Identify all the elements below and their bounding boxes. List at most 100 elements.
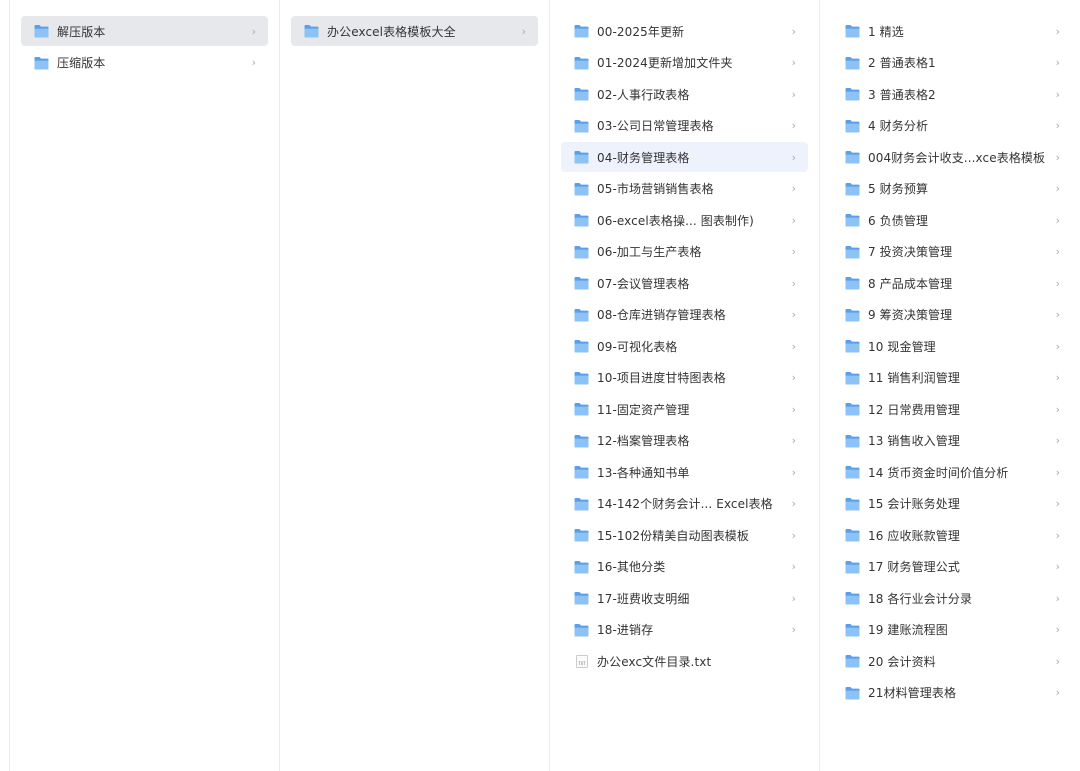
folder-icon — [574, 150, 589, 164]
chevron-right-icon: › — [791, 591, 796, 605]
folder-item[interactable]: 20 会计资料 › — [832, 646, 1072, 676]
folder-item[interactable]: 06-加工与生产表格 › — [561, 237, 808, 267]
folder-item[interactable]: 00-2025年更新 › — [561, 16, 808, 46]
folder-icon — [845, 434, 860, 448]
chevron-right-icon: › — [791, 182, 796, 195]
item-label: 办公excel表格模板大全 — [327, 24, 456, 39]
folder-icon — [845, 560, 860, 574]
folder-item[interactable]: 05-市场营销销售表格 › — [561, 174, 808, 204]
folder-icon — [845, 150, 860, 164]
column-3: 00-2025年更新 › 01-2024更新增加文件夹 › 02-人事行政表格 › 03-公… — [549, 0, 819, 771]
folder-item[interactable]: 06-excel表格操... 图表制作) › — [561, 205, 808, 235]
txt-file-icon: TXT — [576, 654, 588, 668]
folder-icon — [845, 339, 860, 353]
file-item[interactable]: TXT 办公exc文件目录.txt — [561, 646, 808, 676]
folder-item[interactable]: 01-2024更新增加文件夹 › — [561, 48, 808, 78]
folder-item[interactable]: 解压版本 › — [21, 16, 268, 46]
folder-item[interactable]: 17 财务管理公式 › — [832, 552, 1072, 582]
item-label: 00-2025年更新 — [597, 24, 685, 39]
item-label: 09-可视化表格 — [597, 339, 678, 354]
folder-item[interactable]: 08-仓库进销存管理表格 › — [561, 300, 808, 330]
folder-item[interactable]: 18 各行业会计分录 › — [832, 583, 1072, 613]
folder-item[interactable]: 15-102份精美自动图表模板 › — [561, 520, 808, 550]
folder-item[interactable]: 15 会计账务处理 › — [832, 489, 1072, 519]
chevron-right-icon: › — [1055, 150, 1060, 164]
item-label: 21材料管理表格 — [868, 686, 957, 700]
folder-icon — [845, 308, 860, 322]
folder-item[interactable]: 03-公司日常管理表格 › — [561, 111, 808, 141]
folder-icon — [574, 497, 589, 511]
folder-item[interactable]: 6 负债管理 › — [832, 205, 1072, 235]
folder-item[interactable]: 07-会议管理表格 › — [561, 268, 808, 298]
folder-item[interactable]: 7 投资决策管理 › — [832, 237, 1072, 267]
folder-item[interactable]: 12-档案管理表格 › — [561, 426, 808, 456]
folder-item[interactable]: 1 精选 › — [832, 16, 1072, 46]
folder-item[interactable]: 10 现金管理 › — [832, 331, 1072, 361]
folder-item[interactable]: 14 货币资金时间价值分析 › — [832, 457, 1072, 487]
folder-item[interactable]: 3 普通表格2 › — [832, 79, 1072, 109]
chevron-right-icon: › — [791, 623, 796, 636]
folder-icon — [574, 24, 589, 38]
item-label: 06-加工与生产表格 — [597, 245, 702, 259]
folder-item[interactable]: 19 建账流程图 › — [832, 615, 1072, 645]
folder-item[interactable]: 04-财务管理表格 › — [561, 142, 808, 172]
item-label: 06-excel表格操... 图表制作) — [597, 213, 754, 228]
item-label: 02-人事行政表格 — [597, 87, 690, 102]
folder-item[interactable]: 13-各种通知书单 › — [561, 457, 808, 487]
chevron-right-icon: › — [791, 434, 796, 447]
folder-item[interactable]: 16 应收账款管理 › — [832, 520, 1072, 550]
folder-item[interactable]: 5 财务预算 › — [832, 174, 1072, 204]
file-browser: 解压版本 › 压缩版本 › 办公excel表格模板大全 › 00-2025年更新 › 01-… — [0, 0, 1080, 771]
chevron-right-icon: › — [791, 245, 796, 258]
item-label: 8 产品成本管理 — [868, 276, 953, 291]
folder-item[interactable]: 21材料管理表格 › — [832, 678, 1072, 708]
folder-item[interactable]: 10-项目进度甘特图表格 › — [561, 363, 808, 393]
folder-icon — [845, 24, 860, 38]
item-label: 12-档案管理表格 — [597, 434, 690, 448]
chevron-right-icon: › — [1055, 497, 1060, 510]
chevron-right-icon: › — [1055, 308, 1060, 321]
chevron-right-icon: › — [791, 560, 796, 573]
folder-item[interactable]: 09-可视化表格 › — [561, 331, 808, 361]
folder-icon — [574, 465, 589, 479]
item-label: 14-142个财务会计... Excel表格 — [597, 497, 773, 511]
folder-item[interactable]: 9 筹资决策管理 › — [832, 300, 1072, 330]
item-label: 解压版本 — [57, 24, 106, 39]
chevron-right-icon: › — [251, 56, 256, 69]
item-label: 18-进销存 — [597, 623, 654, 637]
chevron-right-icon: › — [1055, 686, 1060, 699]
folder-item[interactable]: 17-班费收支明细 › — [561, 583, 808, 613]
folder-item[interactable]: 压缩版本 › — [21, 48, 268, 78]
chevron-right-icon: › — [1055, 276, 1060, 290]
folder-icon — [845, 119, 860, 133]
folder-item[interactable]: 004财务会计收支...xce表格模板 › — [832, 142, 1072, 172]
folder-icon — [845, 465, 860, 479]
item-label: 004财务会计收支...xce表格模板 — [868, 150, 1046, 165]
folder-item[interactable]: 4 财务分析 › — [832, 111, 1072, 141]
folder-item[interactable]: 18-进销存 › — [561, 615, 808, 645]
folder-item[interactable]: 13 销售收入管理 › — [832, 426, 1072, 456]
folder-icon — [574, 591, 589, 605]
item-label: 04-财务管理表格 — [597, 150, 690, 165]
folder-item[interactable]: 16-其他分类 › — [561, 552, 808, 582]
folder-item[interactable]: 8 产品成本管理 › — [832, 268, 1072, 298]
chevron-right-icon: › — [1055, 528, 1060, 542]
item-label: 9 筹资决策管理 — [868, 308, 953, 322]
item-label: 17 财务管理公式 — [868, 560, 960, 574]
folder-icon — [574, 276, 589, 290]
folder-icon — [34, 24, 49, 38]
folder-icon — [845, 497, 860, 511]
item-label: 10 现金管理 — [868, 339, 936, 354]
folder-item[interactable]: 02-人事行政表格 › — [561, 79, 808, 109]
folder-item[interactable]: 11-固定资产管理 › — [561, 394, 808, 424]
folder-item[interactable]: 2 普通表格1 › — [832, 48, 1072, 78]
chevron-right-icon: › — [791, 339, 796, 353]
folder-item[interactable]: 12 日常费用管理 › — [832, 394, 1072, 424]
folder-icon — [845, 213, 860, 227]
item-label: 3 普通表格2 — [868, 87, 936, 102]
folder-item[interactable]: 办公excel表格模板大全 › — [291, 16, 538, 46]
chevron-right-icon: › — [1055, 339, 1060, 353]
folder-item[interactable]: 14-142个财务会计... Excel表格 › — [561, 489, 808, 519]
folder-item[interactable]: 11 销售利润管理 › — [832, 363, 1072, 393]
item-label: 07-会议管理表格 — [597, 276, 690, 291]
